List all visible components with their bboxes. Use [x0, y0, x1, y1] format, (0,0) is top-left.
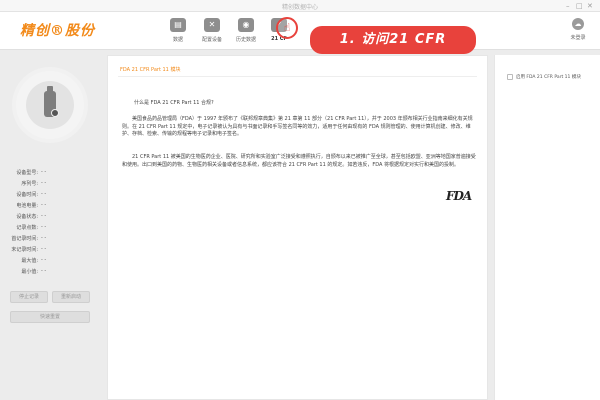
- info-row-device-time: 设备时间: - -: [0, 191, 100, 201]
- minimize-icon[interactable]: –: [566, 1, 570, 11]
- info-value: - -: [41, 224, 47, 230]
- info-row-record-count: 记录点数: - -: [0, 224, 100, 234]
- company-logo: 精创®股份: [20, 23, 95, 39]
- info-row-status: 设备状态: - -: [0, 213, 100, 223]
- info-value: - -: [41, 169, 47, 175]
- content-tabbar: FDA 21 CFR Part 11 模块: [108, 56, 487, 77]
- info-value: - -: [41, 235, 47, 241]
- info-value: - -: [41, 268, 47, 274]
- info-value: - -: [41, 191, 47, 197]
- window-titlebar: 精创数据中心 – □ ✕: [0, 0, 600, 12]
- info-label: 设备型号:: [16, 170, 38, 176]
- info-row-battery: 电池电量: - -: [0, 202, 100, 212]
- toolbar-item-label: 历史数据: [235, 37, 256, 43]
- status-badge-icon: [51, 109, 59, 117]
- maximize-icon[interactable]: □: [576, 1, 583, 11]
- info-value: - -: [41, 180, 47, 186]
- cfr-content-panel: FDA 21 CFR Part 11 模块 什么是 FDA 21 CFR Par…: [107, 55, 488, 400]
- document-icon: ▤: [170, 18, 186, 32]
- cfr-paragraph-2: 21 CFR Part 11 被美国的生物医药企业、医院、研究所和实验室广泛接受…: [122, 154, 476, 168]
- window-title: 精创数据中心: [281, 4, 318, 11]
- info-label: 序列号:: [21, 181, 38, 187]
- info-label: 设备时间:: [16, 192, 38, 198]
- toolbar-item-data[interactable]: ▤ 数据: [163, 18, 193, 43]
- fda-logo: FDA: [446, 189, 472, 203]
- info-label: 首记录时间:: [11, 236, 38, 242]
- annotation-callout: 1. 访问21 CFR: [310, 26, 476, 54]
- user-login-button[interactable]: ☁ 未登录: [565, 18, 591, 41]
- device-info-panel: 设备型号: - - 序列号: - - 设备时间: - - 电池电量: - - 设备状态:…: [0, 55, 100, 400]
- info-label: 末记录时间:: [11, 247, 38, 253]
- stop-recording-button[interactable]: 停止记录: [10, 291, 48, 303]
- info-row-last-record: 末记录时间: - -: [0, 246, 100, 256]
- cfr-question: 什么是 FDA 21 CFR Part 11 合规?: [134, 100, 214, 106]
- info-row-serial: 序列号: - -: [0, 180, 100, 190]
- info-row-first-record: 首记录时间: - -: [0, 235, 100, 245]
- quick-reset-button[interactable]: 快速重置: [10, 311, 90, 323]
- restart-button[interactable]: 重新启动: [52, 291, 90, 303]
- history-icon: ◉: [238, 18, 254, 32]
- info-label: 最小值:: [21, 269, 38, 275]
- close-icon[interactable]: ✕: [587, 1, 593, 11]
- info-label: 电池电量:: [16, 203, 38, 209]
- toolbar-item-history[interactable]: ◉ 历史数据: [231, 18, 261, 43]
- toolbar-item-label: 配置设备: [201, 37, 222, 43]
- info-label: 记录点数:: [16, 225, 38, 231]
- enable-cfr-label[interactable]: 启用 FDA 21 CFR Part 11 模块: [516, 74, 581, 80]
- info-value: - -: [41, 257, 47, 263]
- pointer-hand-icon: ☝: [283, 21, 291, 34]
- info-row-max: 最大值: - -: [0, 257, 100, 267]
- info-value: - -: [41, 246, 47, 252]
- enable-cfr-checkbox[interactable]: [507, 74, 513, 80]
- tab-divider: [118, 76, 477, 77]
- info-row-min: 最小值: - -: [0, 268, 100, 278]
- user-icon: ☁: [572, 18, 584, 30]
- main-toolbar: 精创®股份 ▤ 数据 ✕ 配置设备 ◉ 历史数据 ✓ 21 CF ☁ 未登录: [0, 12, 600, 50]
- unlogged-label: 未登录: [570, 35, 586, 41]
- module-settings-panel: 启用 FDA 21 CFR Part 11 模块: [494, 55, 600, 400]
- tools-icon: ✕: [204, 18, 220, 32]
- device-image: [16, 71, 84, 139]
- info-row-model: 设备型号: - -: [0, 169, 100, 179]
- cfr-paragraph-1: 美国食品药品管理局（FDA）于 1997 年颁布了《联邦规章典集》第 21 章第…: [122, 116, 473, 137]
- info-label: 设备状态:: [16, 214, 38, 220]
- info-label: 最大值:: [21, 258, 38, 264]
- toolbar-item-config[interactable]: ✕ 配置设备: [197, 18, 227, 43]
- info-value: - -: [41, 213, 47, 219]
- toolbar-item-label: 数据: [172, 37, 183, 43]
- info-value: - -: [41, 202, 47, 208]
